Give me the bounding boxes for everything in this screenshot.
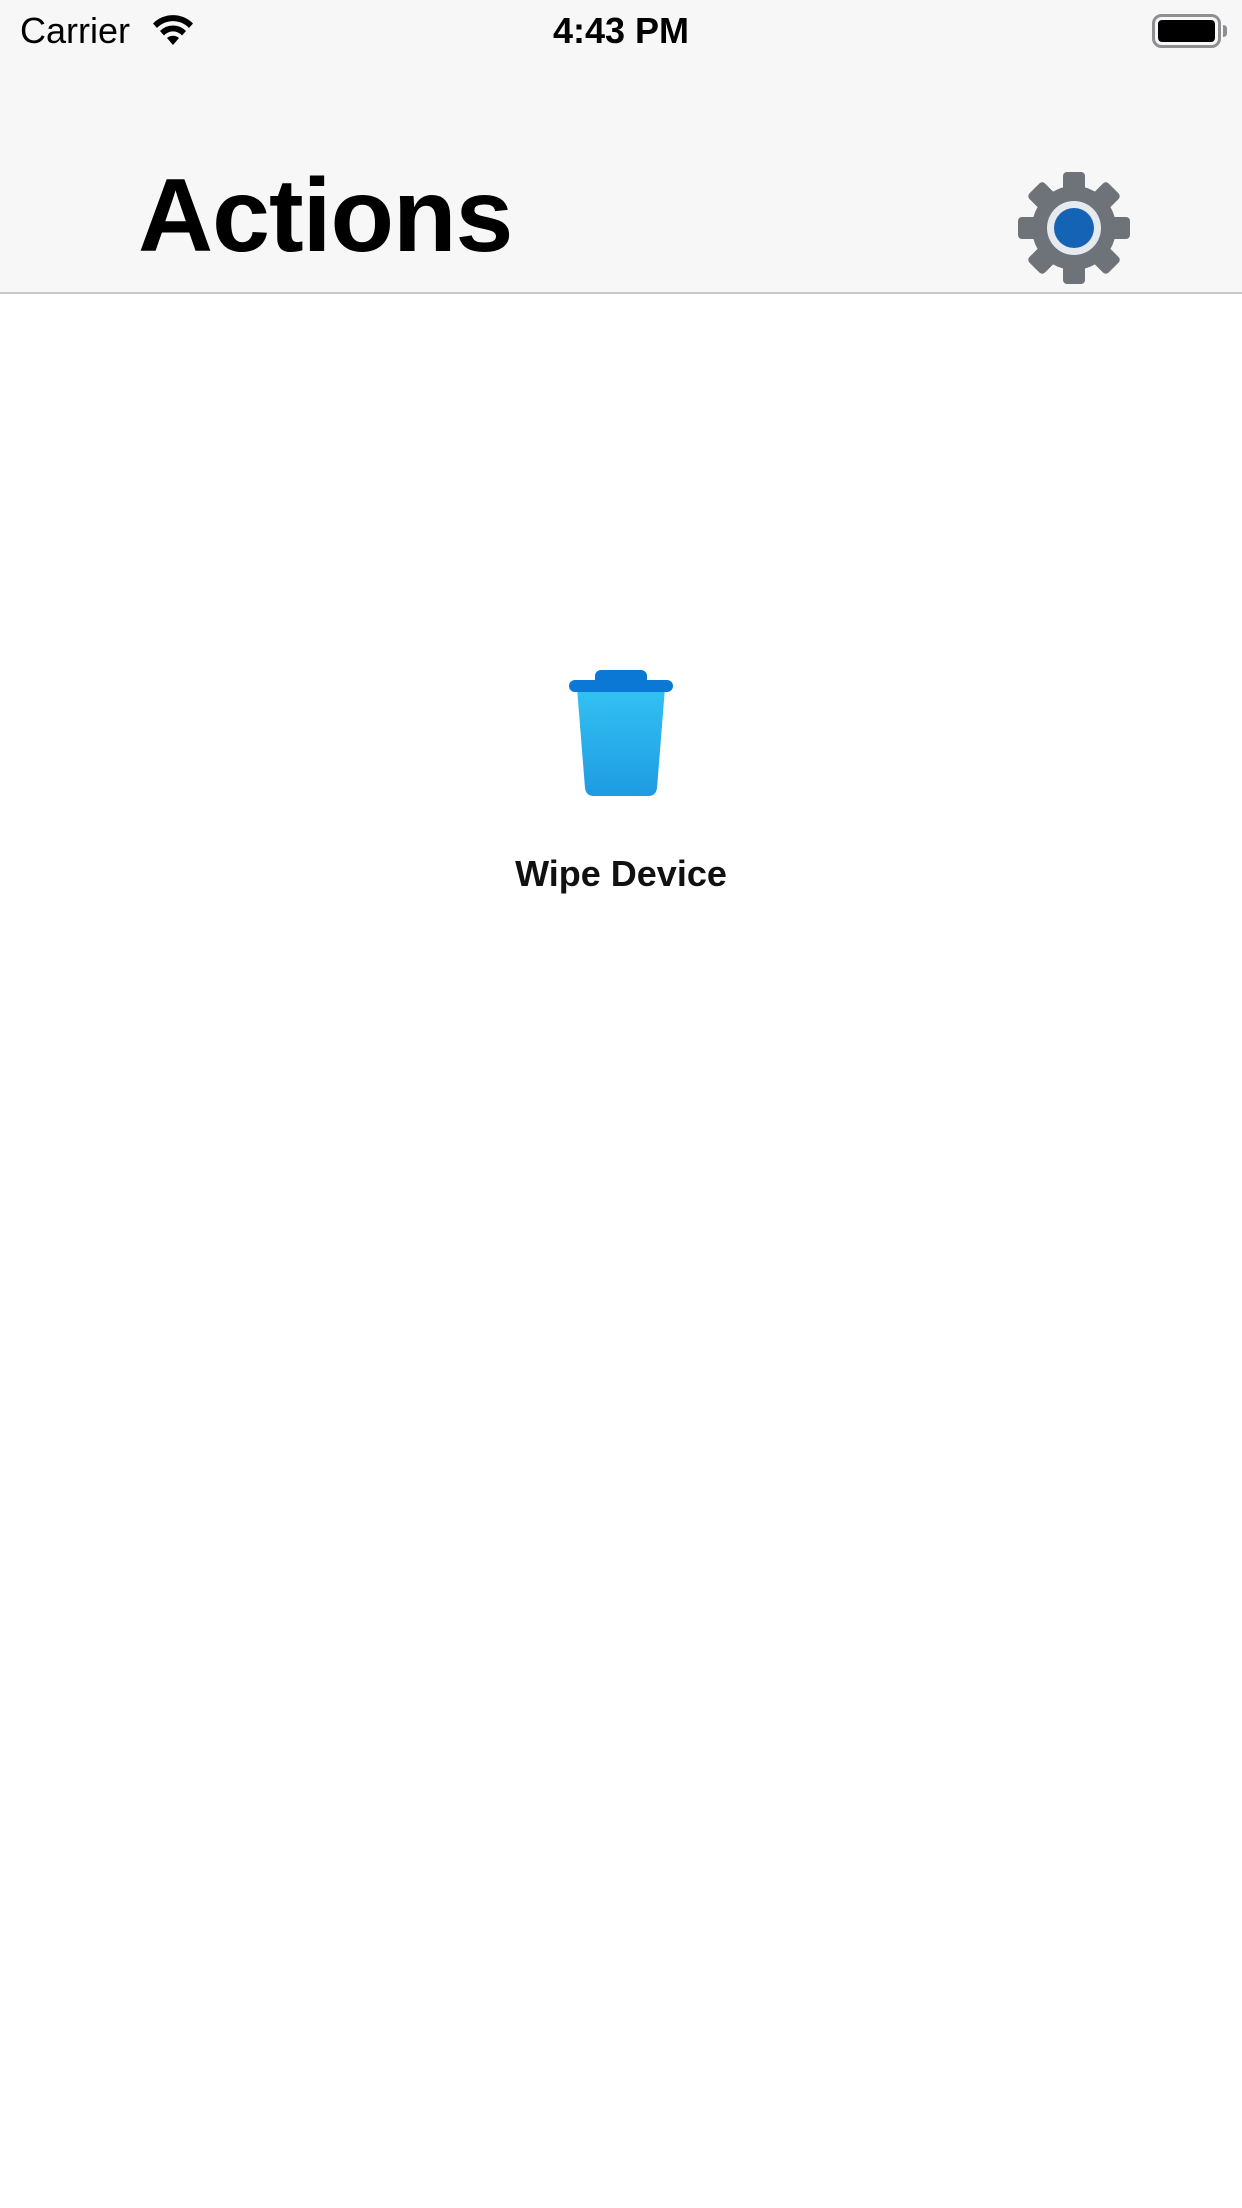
status-bar: Carrier 4:43 PM bbox=[0, 0, 1242, 62]
gear-icon bbox=[1016, 170, 1132, 286]
battery-icon bbox=[1152, 14, 1228, 48]
settings-button[interactable] bbox=[1016, 170, 1132, 286]
status-time: 4:43 PM bbox=[552, 10, 690, 51]
trash-icon bbox=[567, 668, 675, 800]
page-title: Actions bbox=[138, 158, 513, 274]
actions-screen: Carrier 4:43 PM Actions Wipe Device bbox=[0, 0, 1242, 2208]
wipe-device-action[interactable]: Wipe Device bbox=[471, 664, 771, 904]
top-bar: Carrier 4:43 PM Actions bbox=[0, 0, 1242, 294]
action-label: Wipe Device bbox=[515, 853, 727, 894]
